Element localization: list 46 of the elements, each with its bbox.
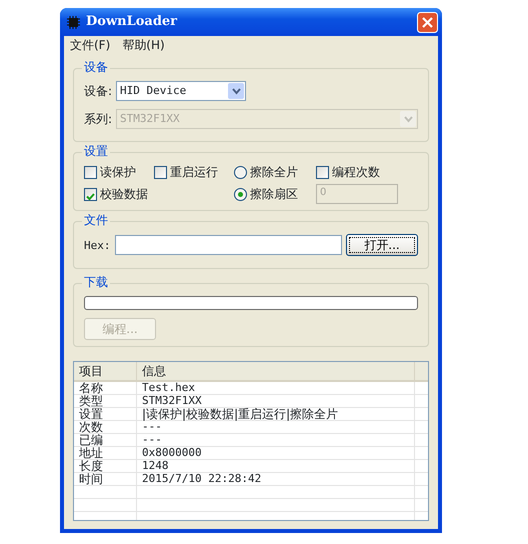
checkbox-label: 编程次数 — [332, 165, 380, 180]
radio-dot-icon — [238, 192, 243, 197]
close-icon[interactable] — [417, 12, 438, 32]
field-label: Hex: — [84, 238, 110, 252]
table-cell-text: 时间 — [78, 473, 104, 486]
table-cell-text: 次数 — [78, 421, 104, 434]
group-title: 设置 — [82, 144, 110, 158]
column-header[interactable]: 信息 — [136, 362, 414, 382]
checkbox[interactable] — [316, 166, 329, 179]
table-cell: 1248 — [136, 460, 414, 472]
column-header[interactable]: 项目 — [74, 362, 136, 382]
radio-button[interactable] — [234, 166, 247, 179]
table-cell: |读保护|校验数据|重启运行|擦除全片 — [136, 408, 414, 420]
menu-item[interactable]: 文件(F) — [70, 38, 110, 52]
dropdown[interactable]: HID Device — [116, 81, 246, 101]
radio-label: 擦除全片 — [250, 165, 298, 180]
chip-icon — [66, 14, 81, 30]
window-title: DownLoader — [86, 14, 178, 30]
hex-field[interactable] — [114, 235, 342, 256]
field-label: 设备: — [84, 84, 112, 98]
checkbox-label: 校验数据 — [100, 187, 148, 202]
table-cell-text: 长度 — [78, 460, 104, 472]
group-title: 下载 — [82, 275, 110, 290]
table-cell-text: 名称 — [78, 382, 104, 394]
table-cell: Test.hex — [136, 382, 414, 394]
checkbox[interactable] — [154, 166, 167, 179]
open-button[interactable]: 打开... — [346, 234, 418, 256]
radio-label: 擦除扇区 — [250, 187, 298, 202]
table-cell-text: 类型 — [78, 395, 104, 408]
table-cell: 2015/7/10 22:28:42 — [136, 473, 414, 486]
checkbox[interactable] — [84, 166, 97, 179]
table-cell: --- — [136, 421, 414, 434]
table-cell-text: 已编 — [78, 434, 104, 446]
table-cell: STM32F1XX — [136, 395, 414, 408]
checkbox-label: 重启运行 — [170, 165, 218, 180]
field-label: 系列: — [84, 112, 112, 126]
checkbox-label: 读保护 — [100, 165, 136, 180]
radio-button[interactable] — [234, 188, 247, 201]
table-cell: 0x8000000 — [136, 447, 414, 460]
table-cell-text: 地址 — [78, 447, 104, 460]
checkbox[interactable] — [84, 188, 97, 201]
group-title: 设备 — [82, 60, 110, 74]
menu-item[interactable]: 帮助(H) — [122, 38, 165, 52]
group-title: 文件 — [82, 213, 110, 228]
table-cell-text: 设置 — [78, 408, 104, 420]
table-cell: --- — [136, 434, 414, 446]
